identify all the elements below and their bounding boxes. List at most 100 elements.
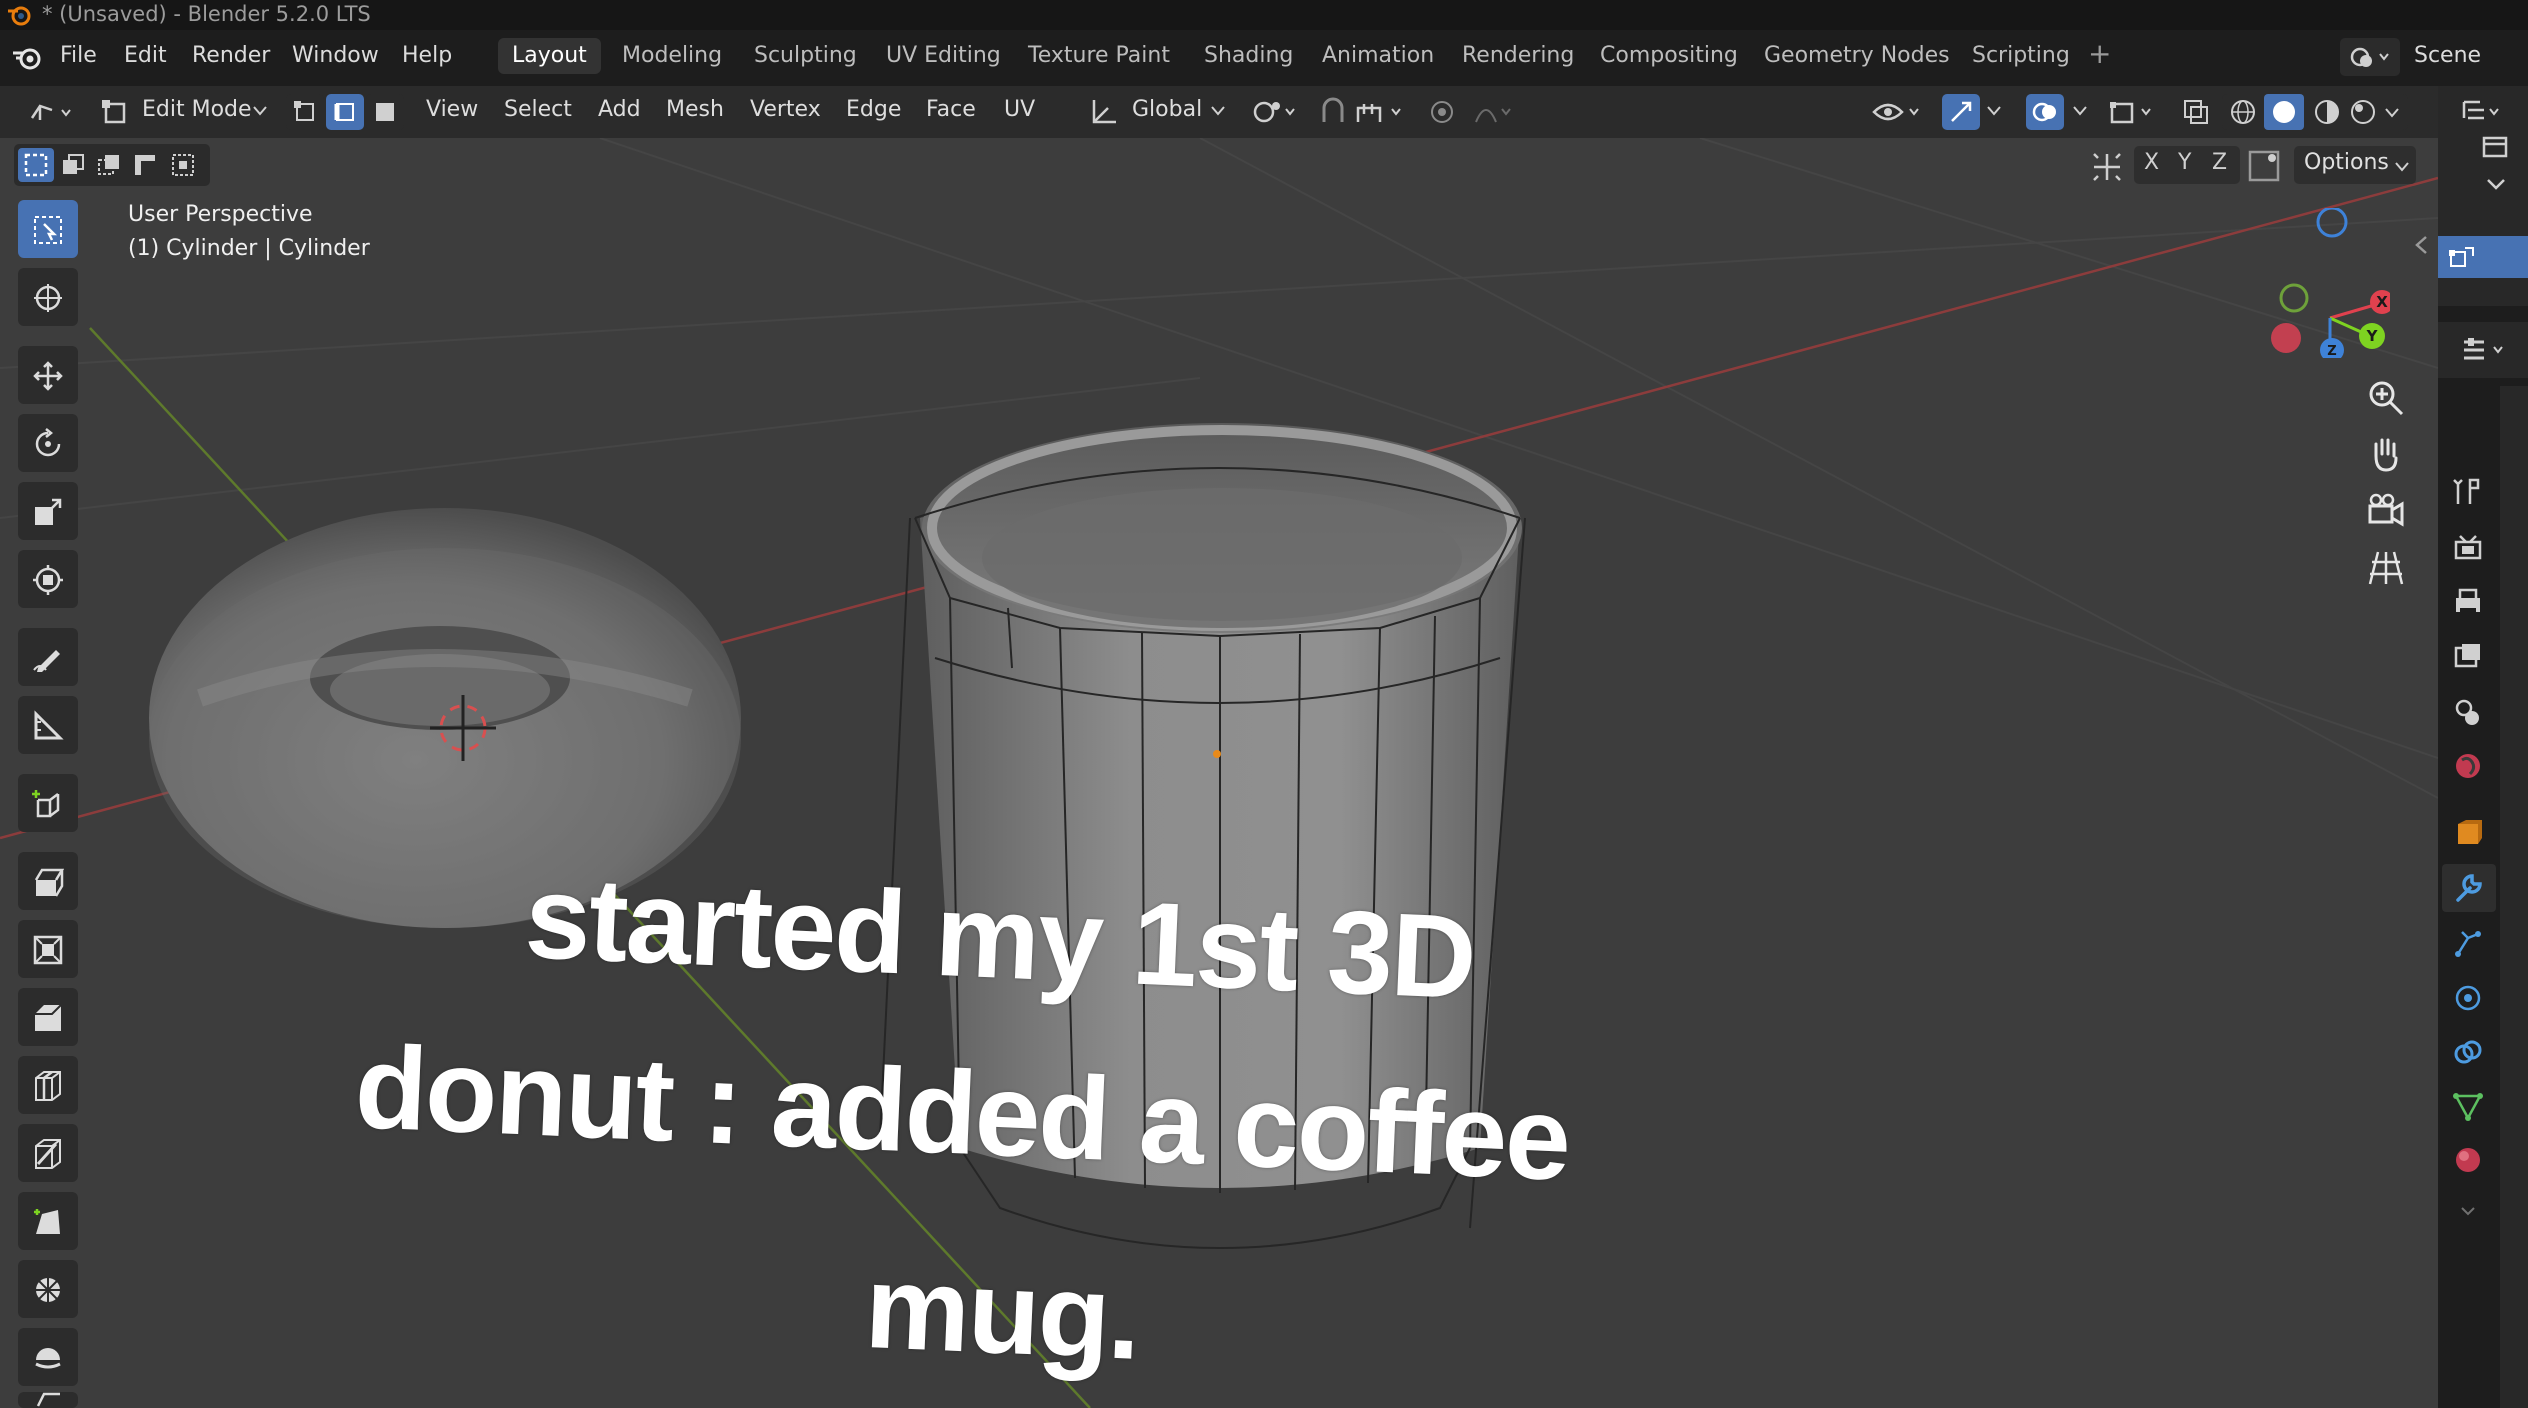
vertex-select-button[interactable] bbox=[286, 94, 324, 130]
render-properties-icon[interactable] bbox=[2452, 532, 2484, 564]
rendered-shading-icon[interactable] bbox=[2350, 99, 2376, 125]
menu-file[interactable]: File bbox=[60, 42, 97, 70]
mirror-z-button[interactable]: Z bbox=[2212, 150, 2227, 175]
tool-annotate[interactable] bbox=[18, 628, 78, 686]
menu-render[interactable]: Render bbox=[192, 42, 270, 70]
menu-edge[interactable]: Edge bbox=[846, 95, 901, 125]
sidebar-toggle-icon[interactable] bbox=[2412, 234, 2430, 256]
tool-cursor[interactable] bbox=[18, 268, 78, 326]
blender-menu-icon[interactable] bbox=[10, 44, 44, 72]
camera-view-icon[interactable] bbox=[2366, 492, 2406, 532]
tool-properties-icon[interactable] bbox=[2452, 476, 2484, 508]
select-invert-icon[interactable] bbox=[132, 152, 158, 178]
3d-viewport[interactable]: User Perspective (1) Cylinder | Cylinder… bbox=[0, 138, 2438, 1408]
mirror-x-button[interactable]: X bbox=[2144, 150, 2159, 175]
tool-add-cube[interactable] bbox=[18, 774, 78, 832]
chevron-down-icon[interactable] bbox=[2458, 1204, 2478, 1220]
properties-editor-type-icon[interactable] bbox=[2460, 334, 2510, 366]
chevron-down-icon[interactable] bbox=[1986, 104, 2002, 118]
constraint-properties-icon[interactable] bbox=[2452, 1036, 2484, 1068]
options-dropdown[interactable]: Options bbox=[2294, 146, 2416, 184]
data-properties-icon[interactable] bbox=[2452, 1090, 2484, 1122]
tool-poly-build[interactable] bbox=[18, 1192, 78, 1250]
scene-properties-icon[interactable] bbox=[2452, 696, 2484, 728]
solid-shading-button[interactable] bbox=[2264, 94, 2304, 130]
mirror-y-button[interactable]: Y bbox=[2178, 150, 2191, 175]
particles-properties-icon[interactable] bbox=[2452, 928, 2484, 960]
falloff-icon[interactable] bbox=[1472, 96, 1516, 128]
tab-compositing[interactable]: Compositing bbox=[1586, 38, 1752, 74]
tool-measure[interactable] bbox=[18, 696, 78, 754]
tool-rotate[interactable] bbox=[18, 414, 78, 472]
tool-transform[interactable] bbox=[18, 550, 78, 608]
pivot-point-icon[interactable] bbox=[1250, 96, 1300, 128]
menu-mesh[interactable]: Mesh bbox=[666, 95, 724, 125]
orientation-dropdown[interactable]: Global bbox=[1132, 95, 1202, 125]
menu-view[interactable]: View bbox=[426, 95, 478, 125]
overlays-toggle-button[interactable] bbox=[2026, 94, 2064, 130]
tab-animation[interactable]: Animation bbox=[1308, 38, 1448, 74]
auto-merge-icon[interactable] bbox=[2246, 148, 2282, 184]
world-properties-icon[interactable] bbox=[2452, 750, 2484, 782]
scene-name[interactable]: Scene bbox=[2414, 42, 2481, 70]
pan-hand-icon[interactable] bbox=[2366, 434, 2406, 474]
tab-rendering[interactable]: Rendering bbox=[1448, 38, 1588, 74]
snap-target-icon[interactable] bbox=[1354, 96, 1412, 128]
snap-icon[interactable] bbox=[1316, 96, 1350, 128]
visibility-icon[interactable] bbox=[1870, 96, 1926, 128]
mirror-axis-icon[interactable] bbox=[2090, 150, 2124, 184]
menu-face[interactable]: Face bbox=[926, 95, 976, 125]
navigation-gizmo[interactable]: X Y Z bbox=[2250, 208, 2390, 358]
menu-select[interactable]: Select bbox=[504, 95, 572, 125]
mode-dropdown[interactable]: Edit Mode bbox=[142, 95, 252, 125]
menu-uv[interactable]: UV bbox=[1004, 95, 1035, 125]
perspective-toggle-icon[interactable] bbox=[2366, 548, 2406, 588]
select-intersect-icon[interactable] bbox=[170, 152, 196, 178]
physics-properties-icon[interactable] bbox=[2452, 982, 2484, 1014]
editor-type-icon[interactable] bbox=[26, 96, 76, 128]
output-properties-icon[interactable] bbox=[2452, 586, 2484, 618]
xray-toggle-icon[interactable] bbox=[2180, 96, 2212, 128]
add-workspace-button[interactable]: + bbox=[2088, 40, 2111, 68]
menu-vertex[interactable]: Vertex bbox=[750, 95, 821, 125]
tab-uv-editing[interactable]: UV Editing bbox=[872, 38, 1015, 74]
outliner-editor-type-icon[interactable] bbox=[2460, 96, 2504, 128]
tool-select-box[interactable] bbox=[18, 200, 78, 258]
tool-spin[interactable] bbox=[18, 1260, 78, 1318]
select-subtract-icon[interactable] bbox=[96, 152, 122, 178]
mesh-edit-overlays-icon[interactable] bbox=[2108, 96, 2164, 128]
menu-help[interactable]: Help bbox=[402, 42, 452, 70]
tool-scale[interactable] bbox=[18, 482, 78, 540]
tab-modeling[interactable]: Modeling bbox=[608, 38, 736, 74]
scene-selector-button[interactable] bbox=[2340, 38, 2400, 76]
menu-edit[interactable]: Edit bbox=[124, 42, 167, 70]
chevron-down-icon[interactable] bbox=[2384, 106, 2400, 120]
edge-select-button[interactable] bbox=[326, 94, 364, 130]
outliner-selected-row[interactable] bbox=[2438, 236, 2528, 278]
tab-sculpting[interactable]: Sculpting bbox=[740, 38, 871, 74]
tab-scripting[interactable]: Scripting bbox=[1958, 38, 2084, 74]
tool-loop-cut[interactable] bbox=[18, 1056, 78, 1114]
tool-knife[interactable] bbox=[18, 1124, 78, 1182]
material-properties-icon[interactable] bbox=[2452, 1144, 2484, 1176]
chevron-down-icon[interactable] bbox=[2072, 104, 2088, 118]
select-extend-icon[interactable] bbox=[60, 152, 86, 178]
tool-shear[interactable] bbox=[18, 1392, 78, 1408]
wireframe-shading-icon[interactable] bbox=[2230, 99, 2256, 125]
tab-layout[interactable]: Layout bbox=[498, 38, 601, 74]
tab-shading[interactable]: Shading bbox=[1190, 38, 1307, 74]
tool-smooth[interactable] bbox=[18, 1328, 78, 1386]
chevron-down-icon[interactable] bbox=[2484, 174, 2508, 194]
select-new-button[interactable] bbox=[18, 148, 54, 182]
tab-geometry-nodes[interactable]: Geometry Nodes bbox=[1750, 38, 1964, 74]
tool-extrude-region[interactable] bbox=[18, 852, 78, 910]
material-preview-icon[interactable] bbox=[2314, 99, 2340, 125]
tool-bevel[interactable] bbox=[18, 988, 78, 1046]
modifier-properties-tab[interactable] bbox=[2442, 864, 2496, 912]
gizmo-toggle-button[interactable] bbox=[1942, 94, 1980, 130]
tool-inset-faces[interactable] bbox=[18, 920, 78, 978]
menu-window[interactable]: Window bbox=[292, 42, 379, 70]
tool-move[interactable] bbox=[18, 346, 78, 404]
menu-add[interactable]: Add bbox=[598, 95, 641, 125]
view-layer-properties-icon[interactable] bbox=[2452, 640, 2484, 672]
